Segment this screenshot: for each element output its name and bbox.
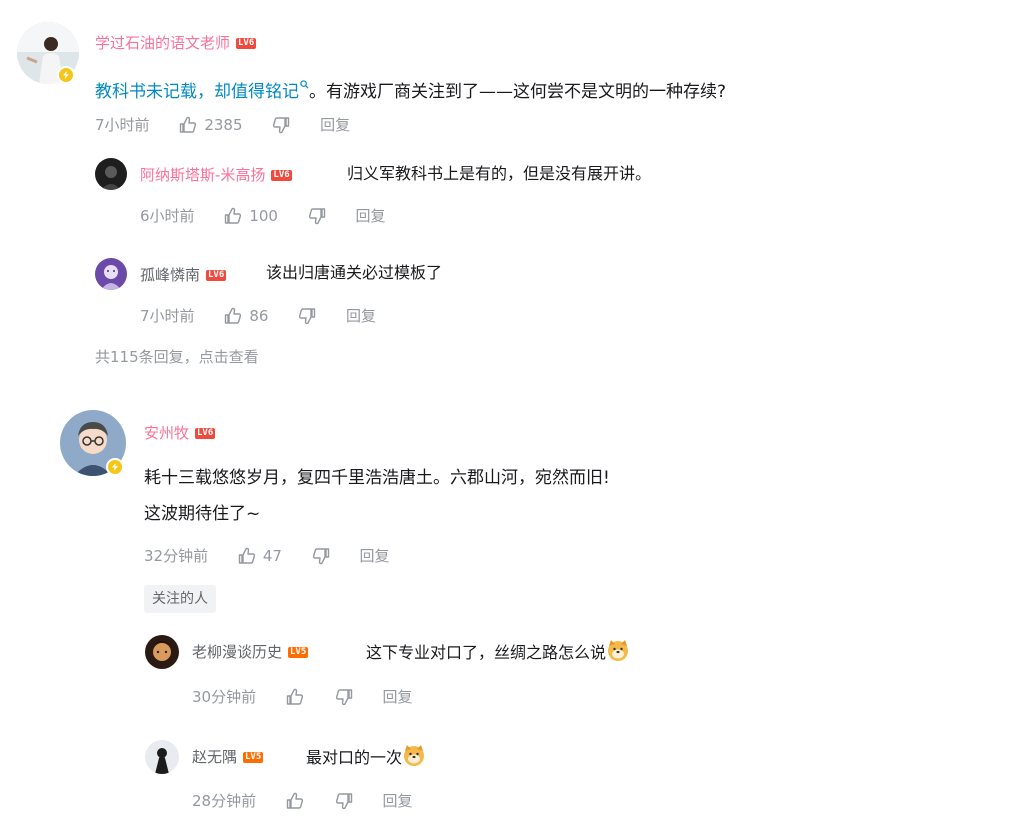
reply-meta: 30分钟前 回复 [192,686,436,707]
username[interactable]: 赵无隅 LV5 [192,747,264,767]
level-badge: LV6 [206,270,227,281]
like-count: 47 [262,546,282,565]
following-tag: 关注的人 [144,585,216,613]
thumbs-up-icon [285,687,305,707]
dislike-button[interactable] [311,545,331,566]
doge-emoji-icon [606,638,630,662]
thumbs-up-icon [223,206,243,226]
level-badge: LV6 [236,38,257,49]
dislike-button[interactable] [271,114,291,135]
thumbs-down-icon [334,687,354,707]
reply-text: 这下专业对口了，丝绸之路怎么说 [366,638,630,665]
comment-text-line2: 这波期待住了~ [144,504,261,524]
thumbs-up-icon [237,546,257,566]
doge-emoji-icon [402,743,426,767]
username[interactable]: 老柳漫谈历史 LV5 [192,642,309,662]
like-button[interactable]: 100 [223,205,278,226]
dislike-button[interactable] [334,790,354,811]
dislike-button[interactable] [307,205,327,226]
search-icon[interactable] [300,70,309,98]
like-count: 86 [249,306,269,325]
like-button[interactable]: 86 [223,305,268,326]
reply-button[interactable]: 回复 [356,206,386,226]
comment-meta: 7小时前 2385 回复 [95,114,374,135]
timestamp: 6小时前 [140,206,195,225]
reply-button[interactable]: 回复 [320,115,350,135]
avatar[interactable] [95,258,127,290]
reply-text: 该出归唐通关必过模板了 [266,263,443,282]
reply-button[interactable]: 回复 [360,546,390,566]
reply-button[interactable]: 回复 [382,791,412,811]
timestamp: 32分钟前 [144,546,209,565]
level-badge: LV6 [195,428,216,439]
avatar[interactable] [145,635,179,669]
dislike-button[interactable] [297,305,317,326]
username[interactable]: 孤峰憐南 LV6 [140,265,227,285]
username[interactable]: 阿纳斯塔斯-米高扬 LV6 [140,165,292,185]
username[interactable]: 学过石油的语文老师 LV6 [95,33,257,53]
thumbs-down-icon [334,791,354,811]
level-badge: LV5 [243,752,264,763]
thumbs-up-icon [285,791,305,811]
level-badge: LV6 [271,170,292,181]
like-button[interactable] [285,686,305,707]
like-button[interactable]: 47 [237,545,282,566]
username[interactable]: 安州牧 LV6 [144,423,216,443]
comment-meta: 32分钟前 47 回复 [144,545,414,566]
comment-text-line1: 耗十三载悠悠岁月，复四千里浩浩唐土。六郡山河，宛然而旧! [144,468,610,488]
verified-badge-icon [106,458,124,476]
level-badge: LV5 [288,647,309,658]
thumbs-down-icon [271,115,291,135]
reply-meta: 28分钟前 回复 [192,790,436,811]
reply-text: 归义军教科书上是有的，但是没有展开讲。 [347,164,652,183]
reply-meta: 7小时前 86 回复 [140,305,400,326]
timestamp: 28分钟前 [192,791,257,810]
timestamp: 7小时前 [95,115,150,134]
thumbs-up-icon [223,306,243,326]
reply-button[interactable]: 回复 [346,306,376,326]
thumbs-down-icon [307,206,327,226]
verified-badge-icon [57,66,75,84]
avatar[interactable] [145,740,179,774]
reply-button[interactable]: 回复 [382,687,412,707]
thumbs-up-icon [178,115,198,135]
comment-text: 教科书未记载，却值得铭记 。有游戏厂商关注到了——这何尝不是文明的一种存续? [95,70,726,106]
like-count: 2385 [204,115,243,134]
reply-meta: 6小时前 100 回复 [140,205,410,226]
avatar[interactable] [95,158,127,190]
like-button[interactable] [285,790,305,811]
thumbs-down-icon [311,546,331,566]
timestamp: 7小时前 [140,306,195,325]
thumbs-down-icon [297,306,317,326]
like-button[interactable]: 2385 [178,114,243,135]
dislike-button[interactable] [334,686,354,707]
reply-text: 最对口的一次 [306,743,426,770]
view-more-replies-link[interactable]: 共115条回复，点击查看 [95,346,259,367]
timestamp: 30分钟前 [192,687,257,706]
search-link[interactable]: 教科书未记载，却值得铭记 [95,82,299,102]
like-count: 100 [249,206,278,225]
